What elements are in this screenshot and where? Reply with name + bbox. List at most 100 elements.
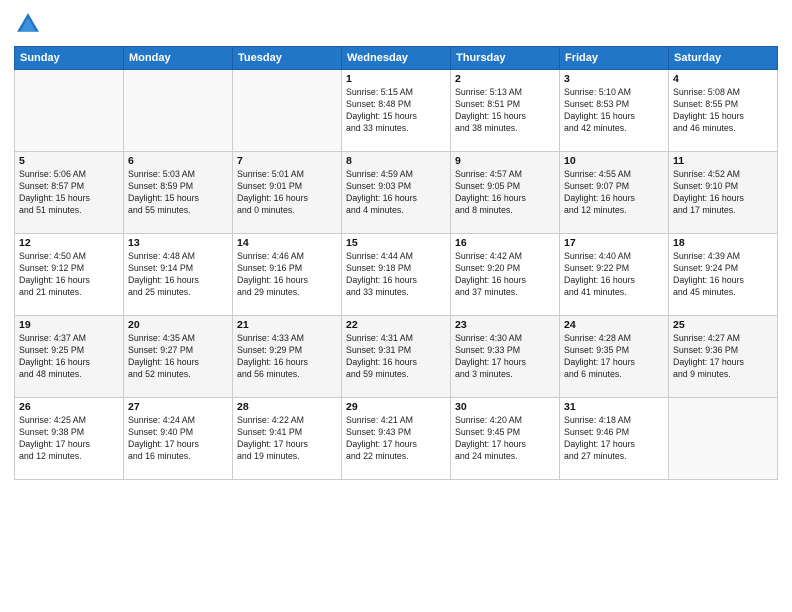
day-number: 15 xyxy=(346,237,446,249)
day-number: 9 xyxy=(455,155,555,167)
day-number: 24 xyxy=(564,319,664,331)
day-info: Sunrise: 4:44 AM Sunset: 9:18 PM Dayligh… xyxy=(346,251,446,299)
day-info: Sunrise: 4:20 AM Sunset: 9:45 PM Dayligh… xyxy=(455,415,555,463)
day-number: 23 xyxy=(455,319,555,331)
day-number: 3 xyxy=(564,73,664,85)
day-number: 20 xyxy=(128,319,228,331)
day-info: Sunrise: 4:24 AM Sunset: 9:40 PM Dayligh… xyxy=(128,415,228,463)
day-number: 17 xyxy=(564,237,664,249)
day-info: Sunrise: 5:03 AM Sunset: 8:59 PM Dayligh… xyxy=(128,169,228,217)
calendar-cell: 4Sunrise: 5:08 AM Sunset: 8:55 PM Daylig… xyxy=(669,70,778,152)
day-number: 14 xyxy=(237,237,337,249)
day-info: Sunrise: 4:39 AM Sunset: 9:24 PM Dayligh… xyxy=(673,251,773,299)
col-header-wednesday: Wednesday xyxy=(342,47,451,70)
day-info: Sunrise: 4:46 AM Sunset: 9:16 PM Dayligh… xyxy=(237,251,337,299)
day-info: Sunrise: 4:35 AM Sunset: 9:27 PM Dayligh… xyxy=(128,333,228,381)
day-number: 28 xyxy=(237,401,337,413)
day-number: 1 xyxy=(346,73,446,85)
day-info: Sunrise: 4:59 AM Sunset: 9:03 PM Dayligh… xyxy=(346,169,446,217)
calendar-cell: 14 Sunrise: 4:46 AM Sunset: 9:16 PM Dayli… xyxy=(233,234,342,316)
week-row-4: 26Sunrise: 4:25 AM Sunset: 9:38 PM Dayli… xyxy=(15,398,778,480)
calendar-cell: 3 Sunrise: 5:10 AM Sunset: 8:53 PM Daylig… xyxy=(560,70,669,152)
day-number: 18 xyxy=(673,237,773,249)
calendar-cell: 31Sunrise: 4:18 AM Sunset: 9:46 PM Dayli… xyxy=(560,398,669,480)
day-info: Sunrise: 4:30 AM Sunset: 9:33 PM Dayligh… xyxy=(455,333,555,381)
day-number: 13 xyxy=(128,237,228,249)
day-info: Sunrise: 4:37 AM Sunset: 9:25 PM Dayligh… xyxy=(19,333,119,381)
col-header-friday: Friday xyxy=(560,47,669,70)
week-row-1: 5Sunrise: 5:06 AM Sunset: 8:57 PM Daylig… xyxy=(15,152,778,234)
day-number: 11 xyxy=(673,155,773,167)
calendar-cell xyxy=(124,70,233,152)
calendar-cell: 22Sunrise: 4:31 AM Sunset: 9:31 PM Dayli… xyxy=(342,316,451,398)
col-header-thursday: Thursday xyxy=(451,47,560,70)
day-number: 22 xyxy=(346,319,446,331)
calendar-cell: 19 Sunrise: 4:37 AM Sunset: 9:25 PM Dayli… xyxy=(15,316,124,398)
calendar-cell: 28 Sunrise: 4:22 AM Sunset: 9:41 PM Dayli… xyxy=(233,398,342,480)
page: SundayMondayTuesdayWednesdayThursdayFrid… xyxy=(0,0,792,612)
calendar-cell: 11 Sunrise: 4:52 AM Sunset: 9:10 PM Dayli… xyxy=(669,152,778,234)
calendar-cell: 5Sunrise: 5:06 AM Sunset: 8:57 PM Daylig… xyxy=(15,152,124,234)
day-number: 31 xyxy=(564,401,664,413)
col-header-saturday: Saturday xyxy=(669,47,778,70)
day-info: Sunrise: 4:28 AM Sunset: 9:35 PM Dayligh… xyxy=(564,333,664,381)
calendar-cell: 21 Sunrise: 4:33 AM Sunset: 9:29 PM Dayli… xyxy=(233,316,342,398)
logo-icon xyxy=(14,10,42,38)
day-info: Sunrise: 4:21 AM Sunset: 9:43 PM Dayligh… xyxy=(346,415,446,463)
calendar-cell xyxy=(233,70,342,152)
week-row-3: 19 Sunrise: 4:37 AM Sunset: 9:25 PM Dayli… xyxy=(15,316,778,398)
day-info: Sunrise: 4:57 AM Sunset: 9:05 PM Dayligh… xyxy=(455,169,555,217)
day-info: Sunrise: 4:50 AM Sunset: 9:12 PM Dayligh… xyxy=(19,251,119,299)
calendar-cell: 9 Sunrise: 4:57 AM Sunset: 9:05 PM Daylig… xyxy=(451,152,560,234)
calendar-cell: 16 Sunrise: 4:42 AM Sunset: 9:20 PM Dayli… xyxy=(451,234,560,316)
header xyxy=(14,10,778,38)
day-info: Sunrise: 4:42 AM Sunset: 9:20 PM Dayligh… xyxy=(455,251,555,299)
calendar-cell: 6 Sunrise: 5:03 AM Sunset: 8:59 PM Daylig… xyxy=(124,152,233,234)
day-info: Sunrise: 4:25 AM Sunset: 9:38 PM Dayligh… xyxy=(19,415,119,463)
week-row-2: 12 Sunrise: 4:50 AM Sunset: 9:12 PM Dayli… xyxy=(15,234,778,316)
day-info: Sunrise: 5:13 AM Sunset: 8:51 PM Dayligh… xyxy=(455,87,555,135)
week-row-0: 1 Sunrise: 5:15 AM Sunset: 8:48 PM Daylig… xyxy=(15,70,778,152)
calendar-cell: 20 Sunrise: 4:35 AM Sunset: 9:27 PM Dayli… xyxy=(124,316,233,398)
calendar-cell: 17 Sunrise: 4:40 AM Sunset: 9:22 PM Dayli… xyxy=(560,234,669,316)
day-number: 2 xyxy=(455,73,555,85)
calendar-cell: 23 Sunrise: 4:30 AM Sunset: 9:33 PM Dayli… xyxy=(451,316,560,398)
day-number: 6 xyxy=(128,155,228,167)
day-number: 16 xyxy=(455,237,555,249)
day-number: 10 xyxy=(564,155,664,167)
col-header-tuesday: Tuesday xyxy=(233,47,342,70)
day-info: Sunrise: 4:40 AM Sunset: 9:22 PM Dayligh… xyxy=(564,251,664,299)
calendar-cell: 1 Sunrise: 5:15 AM Sunset: 8:48 PM Daylig… xyxy=(342,70,451,152)
calendar-cell: 25Sunrise: 4:27 AM Sunset: 9:36 PM Dayli… xyxy=(669,316,778,398)
day-info: Sunrise: 5:10 AM Sunset: 8:53 PM Dayligh… xyxy=(564,87,664,135)
day-number: 19 xyxy=(19,319,119,331)
day-number: 30 xyxy=(455,401,555,413)
calendar-header-row: SundayMondayTuesdayWednesdayThursdayFrid… xyxy=(15,47,778,70)
day-number: 5 xyxy=(19,155,119,167)
calendar-table: SundayMondayTuesdayWednesdayThursdayFrid… xyxy=(14,46,778,480)
calendar-cell: 12 Sunrise: 4:50 AM Sunset: 9:12 PM Dayli… xyxy=(15,234,124,316)
day-info: Sunrise: 5:15 AM Sunset: 8:48 PM Dayligh… xyxy=(346,87,446,135)
calendar-cell: 24 Sunrise: 4:28 AM Sunset: 9:35 PM Dayli… xyxy=(560,316,669,398)
day-number: 21 xyxy=(237,319,337,331)
day-info: Sunrise: 4:33 AM Sunset: 9:29 PM Dayligh… xyxy=(237,333,337,381)
calendar-cell: 10Sunrise: 4:55 AM Sunset: 9:07 PM Dayli… xyxy=(560,152,669,234)
calendar-cell: 2 Sunrise: 5:13 AM Sunset: 8:51 PM Daylig… xyxy=(451,70,560,152)
day-info: Sunrise: 5:08 AM Sunset: 8:55 PM Dayligh… xyxy=(673,87,773,135)
calendar-cell: 30 Sunrise: 4:20 AM Sunset: 9:45 PM Dayli… xyxy=(451,398,560,480)
day-info: Sunrise: 4:48 AM Sunset: 9:14 PM Dayligh… xyxy=(128,251,228,299)
day-number: 7 xyxy=(237,155,337,167)
day-number: 29 xyxy=(346,401,446,413)
calendar-cell: 13 Sunrise: 4:48 AM Sunset: 9:14 PM Dayli… xyxy=(124,234,233,316)
day-info: Sunrise: 4:52 AM Sunset: 9:10 PM Dayligh… xyxy=(673,169,773,217)
day-number: 12 xyxy=(19,237,119,249)
col-header-sunday: Sunday xyxy=(15,47,124,70)
day-info: Sunrise: 4:22 AM Sunset: 9:41 PM Dayligh… xyxy=(237,415,337,463)
calendar-cell xyxy=(669,398,778,480)
calendar-cell: 15 Sunrise: 4:44 AM Sunset: 9:18 PM Dayli… xyxy=(342,234,451,316)
calendar-cell: 7Sunrise: 5:01 AM Sunset: 9:01 PM Daylig… xyxy=(233,152,342,234)
calendar-cell: 26Sunrise: 4:25 AM Sunset: 9:38 PM Dayli… xyxy=(15,398,124,480)
day-number: 27 xyxy=(128,401,228,413)
calendar-cell xyxy=(15,70,124,152)
col-header-monday: Monday xyxy=(124,47,233,70)
